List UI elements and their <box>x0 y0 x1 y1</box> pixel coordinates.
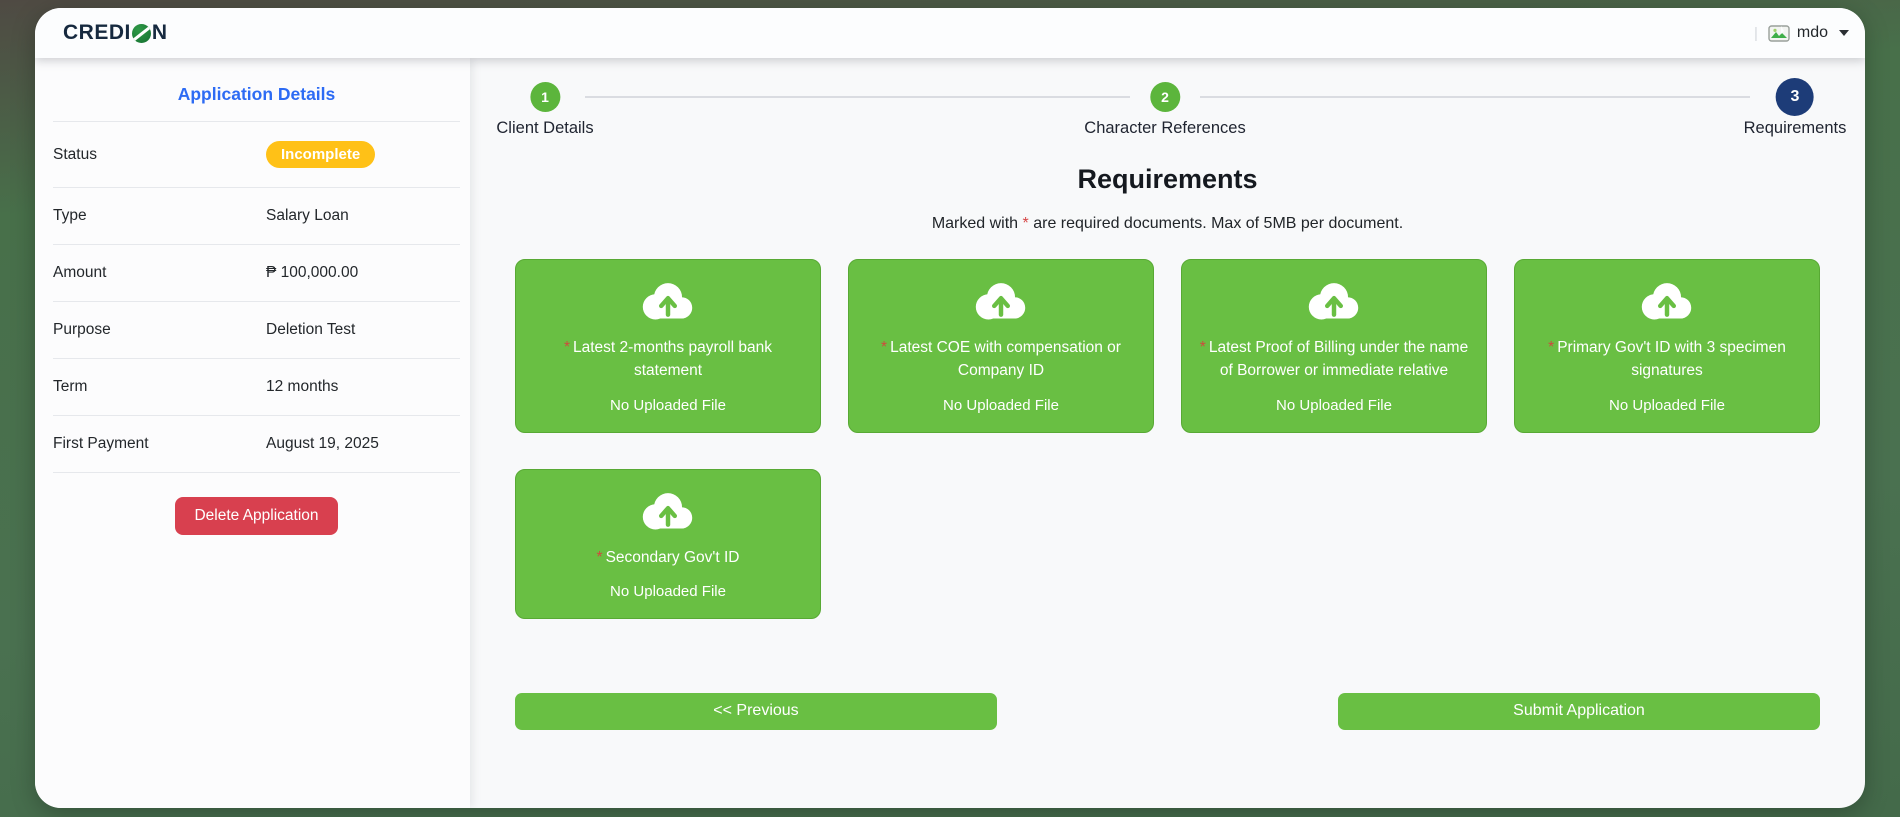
stepper-line-1 <box>585 96 1130 98</box>
step-character-references[interactable]: 2 Character References <box>1084 74 1246 138</box>
previous-button[interactable]: << Previous <box>515 692 997 730</box>
term-value: 12 months <box>266 378 339 395</box>
card-upload-status: No Uploaded File <box>943 396 1059 414</box>
note-suffix: are required documents. Max of 5MB per d… <box>1028 215 1404 232</box>
step-1-label: Client Details <box>496 119 594 137</box>
requirements-note: Marked with * are required documents. Ma… <box>515 215 1820 233</box>
cloud-upload-icon <box>1308 283 1359 320</box>
term-row: Term 12 months <box>53 359 460 416</box>
amount-value: ₱ 100,000.00 <box>266 264 359 281</box>
first-payment-label: First Payment <box>53 435 149 452</box>
card-title: * Latest 2-months payroll bank statement <box>563 339 773 380</box>
logo-o-icon <box>131 23 151 43</box>
upload-card-proof-of-billing[interactable]: * Latest Proof of Billing under the name … <box>1181 259 1487 433</box>
delete-application-button[interactable]: Delete Application <box>175 497 338 535</box>
status-row: Status Incomplete <box>53 122 460 188</box>
purpose-label: Purpose <box>53 321 111 338</box>
card-title: * Latest COE with compensation or Company… <box>881 339 1121 380</box>
cloud-upload-icon <box>642 283 693 320</box>
step-requirements[interactable]: 3 Requirements <box>1743 74 1847 138</box>
upload-card-primary-govt-id[interactable]: * Primary Gov't ID with 3 specimen signat… <box>1514 259 1820 433</box>
first-payment-row: First Payment August 19, 2025 <box>53 416 460 473</box>
step-3-label: Requirements <box>1743 119 1847 137</box>
first-payment-value: August 19, 2025 <box>266 435 379 452</box>
upload-card-secondary-govt-id[interactable]: * Secondary Gov't ID No Uploaded File <box>515 468 821 619</box>
card-upload-status: No Uploaded File <box>610 582 726 600</box>
type-value: Salary Loan <box>266 207 349 224</box>
brand-text-right: N <box>151 21 168 44</box>
main-content: 1 Client Details 2 Character References … <box>470 58 1865 808</box>
cloud-upload-icon <box>642 492 693 529</box>
card-required-asterisk: * <box>1199 339 1206 356</box>
brand-text-left: CREDI <box>63 21 131 44</box>
step-client-details[interactable]: 1 Client Details <box>496 74 594 138</box>
navbar-divider: | <box>1753 24 1758 42</box>
card-required-asterisk: * <box>596 548 603 566</box>
step-1-circle: 1 <box>530 82 560 112</box>
upload-card-coe-company-id[interactable]: * Latest COE with compensation or Company… <box>848 259 1154 433</box>
user-name: mdo <box>1796 24 1828 41</box>
application-details-panel: Application Details Status Incomplete Ty… <box>35 58 470 808</box>
step-3-circle: 3 <box>1776 78 1814 116</box>
submit-application-button[interactable]: Submit Application <box>1338 692 1820 730</box>
card-upload-status: No Uploaded File <box>1609 396 1725 414</box>
user-menu[interactable]: mdo <box>1768 24 1849 42</box>
upload-card-payroll-bank-statement[interactable]: * Latest 2-months payroll bank statement … <box>515 259 821 433</box>
step-2-label: Character References <box>1084 119 1246 137</box>
step-2-circle: 2 <box>1149 82 1180 112</box>
app-window: CREDI N | mdo Application Details Status <box>35 8 1865 808</box>
purpose-value: Deletion Test <box>266 321 356 338</box>
card-title: * Latest Proof of Billing under the name … <box>1199 339 1469 380</box>
status-label: Status <box>53 145 97 163</box>
footer-buttons: << Previous Submit Application <box>515 692 1820 730</box>
purpose-row: Purpose Deletion Test <box>53 302 460 359</box>
card-required-asterisk: * <box>1548 339 1555 356</box>
broken-avatar-icon <box>1768 24 1790 42</box>
card-title: * Primary Gov't ID with 3 specimen signat… <box>1548 339 1786 380</box>
sidebar-title: Application Details <box>53 84 460 122</box>
upload-cards-grid: * Latest 2-months payroll bank statement … <box>515 259 1820 619</box>
top-navbar: CREDI N | mdo <box>35 8 1865 58</box>
type-row: Type Salary Loan <box>53 188 460 245</box>
card-upload-status: No Uploaded File <box>1276 396 1392 414</box>
brand-logo[interactable]: CREDI N <box>63 21 168 45</box>
requirements-title: Requirements <box>1077 164 1258 194</box>
note-prefix: Marked with <box>931 215 1023 232</box>
term-label: Term <box>53 378 88 395</box>
status-badge: Incomplete <box>266 141 376 168</box>
cloud-upload-icon <box>1641 283 1692 320</box>
amount-row: Amount ₱ 100,000.00 <box>53 245 460 302</box>
card-title: * Secondary Gov't ID <box>596 548 740 566</box>
card-upload-status: No Uploaded File <box>610 396 726 414</box>
stepper-line-2 <box>1200 96 1750 98</box>
type-label: Type <box>53 207 87 224</box>
card-required-asterisk: * <box>881 339 888 356</box>
card-required-asterisk: * <box>563 339 570 356</box>
caret-down-icon <box>1839 30 1849 36</box>
cloud-upload-icon <box>975 283 1026 320</box>
amount-label: Amount <box>53 264 107 281</box>
stepper: 1 Client Details 2 Character References … <box>496 74 1846 160</box>
